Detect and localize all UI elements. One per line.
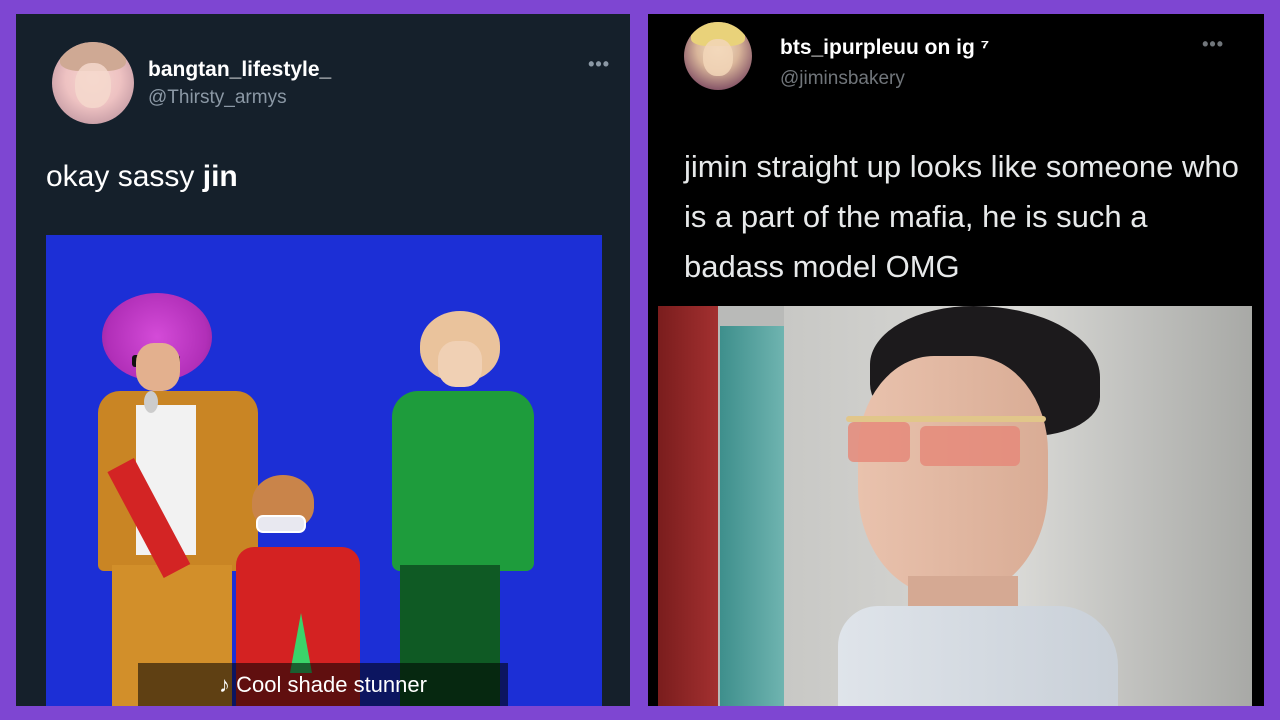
tweet-text-bold: jin: [202, 160, 238, 193]
teal-door: [720, 326, 784, 706]
left-tweet-text: okay sassy jin: [46, 160, 238, 194]
left-lens: [848, 422, 910, 462]
right-tweet-photo[interactable]: [658, 306, 1252, 706]
right-tweet-handle[interactable]: @jiminsbakery: [780, 68, 905, 90]
face: [858, 356, 1048, 596]
green-shirt: [392, 391, 534, 571]
left-tweet-display-name[interactable]: bangtan_lifestyle_: [148, 58, 331, 82]
more-horizontal-icon[interactable]: •••: [1202, 34, 1224, 55]
more-horizontal-icon[interactable]: •••: [588, 54, 610, 75]
face: [136, 343, 180, 391]
right-lens: [920, 426, 1020, 466]
left-tweet-handle[interactable]: @Thirsty_armys: [148, 87, 287, 109]
tweet-text-plain: okay sassy: [46, 160, 203, 193]
avatar-face: [74, 62, 112, 108]
avatar-face: [703, 39, 733, 77]
right-tweet-card[interactable]: bts_ipurpleuu on ig ⁷ @jiminsbakery ••• …: [648, 14, 1264, 706]
goggles: [256, 515, 306, 533]
glasses-frame: [846, 416, 1046, 422]
face: [438, 341, 482, 387]
right-tweet-display-name[interactable]: bts_ipurpleuu on ig ⁷: [780, 36, 989, 60]
microphone: [144, 391, 158, 413]
left-tweet-avatar[interactable]: [52, 42, 134, 124]
right-tweet-avatar[interactable]: [684, 22, 752, 90]
left-tweet-video[interactable]: ♪ Cool shade stunner: [46, 235, 602, 706]
left-tweet-card[interactable]: bangtan_lifestyle_ @Thirsty_armys ••• ok…: [16, 14, 630, 706]
video-caption: ♪ Cool shade stunner: [138, 663, 508, 706]
shirt: [838, 606, 1118, 706]
right-tweet-text: jimin straight up looks like someone who…: [684, 149, 1239, 284]
red-wall-left: [658, 306, 718, 706]
